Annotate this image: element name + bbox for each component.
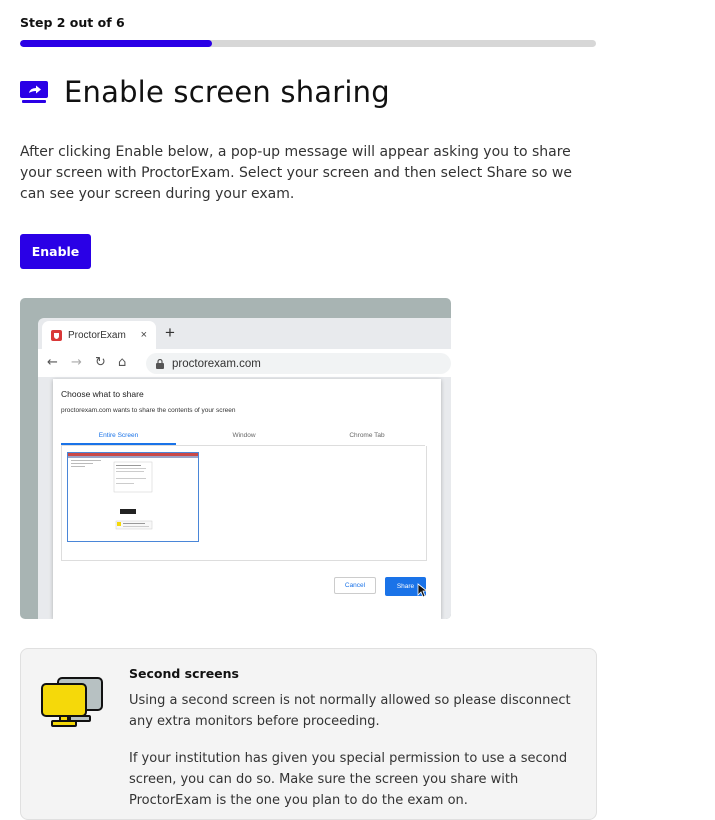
notice-paragraph-1: Using a second screen is not normally al… — [129, 693, 571, 729]
progress-bar-fill — [20, 40, 212, 47]
screen-share-icon — [20, 81, 48, 103]
browser-tab-title: ProctorExam — [68, 329, 126, 341]
close-icon: × — [140, 329, 147, 341]
second-screen-icon — [41, 677, 103, 727]
lock-icon — [156, 358, 164, 369]
dialog-tab-entire-screen: Entire Screen — [98, 432, 139, 439]
address-bar: proctorexam.com — [146, 353, 451, 374]
share-dialog: Choose what to share proctorexam.com wan… — [53, 379, 441, 619]
screen-thumbnail — [67, 452, 199, 542]
home-icon: ⌂ — [118, 355, 127, 370]
screen-share-illustration: ProctorExam × + ← → ↻ ⌂ proctorexam.com … — [20, 298, 451, 619]
enable-button[interactable]: Enable — [20, 234, 91, 269]
back-arrow-icon: ← — [47, 355, 58, 370]
instructions-text: After clicking Enable below, a pop-up me… — [20, 144, 572, 202]
share-preview-area — [61, 446, 427, 561]
dialog-title: Choose what to share — [61, 389, 144, 399]
reload-icon: ↻ — [95, 355, 106, 370]
browser-tab: ProctorExam × — [42, 321, 156, 349]
step-indicator: Step 2 out of 6 — [20, 15, 125, 30]
page-title: Enable screen sharing — [64, 75, 390, 109]
dialog-tab-chrome-tab: Chrome Tab — [349, 432, 385, 439]
new-tab-icon: + — [165, 323, 175, 342]
dialog-tab-window: Window — [232, 432, 256, 439]
notice-paragraph-2: If your institution has given you specia… — [129, 751, 568, 808]
progress-bar — [20, 40, 596, 47]
dialog-cancel-button: Cancel — [334, 577, 376, 594]
forward-arrow-icon: → — [71, 355, 82, 370]
dialog-subtitle: proctorexam.com wants to share the conte… — [61, 407, 236, 414]
address-bar-url: proctorexam.com — [172, 357, 261, 370]
browser-toolbar: ← → ↻ ⌂ proctorexam.com — [38, 349, 451, 377]
notice-title: Second screens — [129, 666, 239, 681]
second-screens-notice: Second screens Using a second screen is … — [20, 648, 597, 820]
page-heading: Enable screen sharing — [20, 75, 390, 109]
screen-thumbnail-image — [68, 453, 198, 530]
proctorexam-favicon-icon — [51, 329, 62, 341]
mouse-cursor-icon — [417, 583, 429, 598]
browser-mockup: ProctorExam × + ← → ↻ ⌂ proctorexam.com … — [38, 318, 451, 619]
